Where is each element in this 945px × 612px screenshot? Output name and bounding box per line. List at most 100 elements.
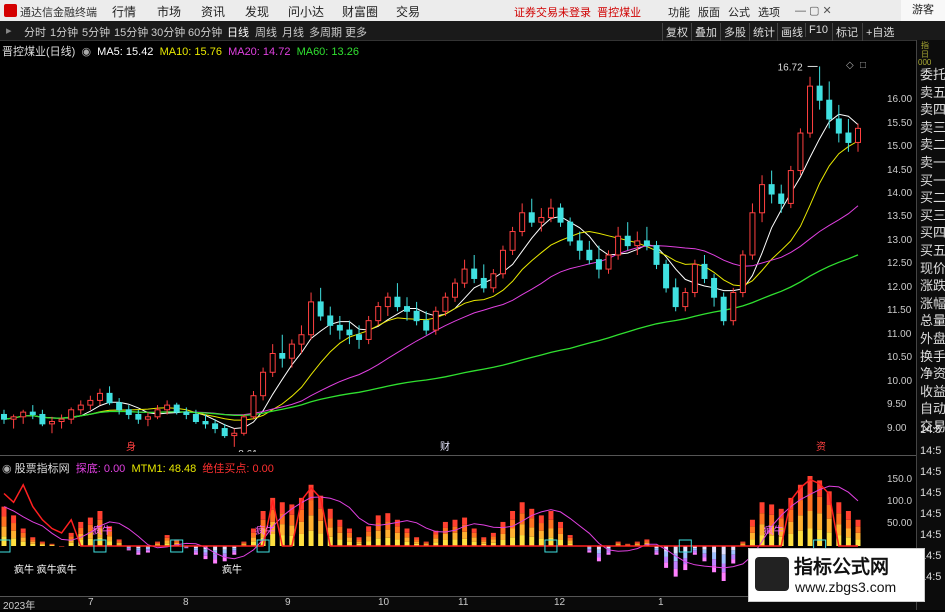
- period-more[interactable]: 更多: [345, 24, 367, 40]
- panel-tab-item[interactable]: 买五: [920, 240, 945, 259]
- mtm-bar-positive: [298, 521, 304, 534]
- panel-tab-item[interactable]: 净资: [920, 363, 945, 382]
- biaoji-button[interactable]: 标记: [832, 23, 861, 41]
- panel-tab-item[interactable]: 买三: [920, 205, 945, 224]
- fuquan-button[interactable]: 复权: [662, 23, 691, 41]
- date-label: 11: [458, 597, 469, 608]
- menu-xuanxiang[interactable]: 选项: [758, 4, 780, 20]
- ma-line-ma20: [3, 205, 859, 420]
- mtm-bar-negative: [136, 552, 141, 555]
- period-multi[interactable]: 多周期: [309, 24, 342, 40]
- pane-divider: [0, 455, 916, 456]
- mtm-bar-negative: [692, 552, 697, 555]
- panel-tab-item[interactable]: 涨跌: [920, 275, 945, 294]
- mtm-bar-positive: [788, 533, 794, 546]
- mtm-bar-positive: [20, 528, 26, 533]
- panel-time-label: 14:5: [920, 466, 942, 478]
- period-5min[interactable]: 5分钟: [82, 24, 110, 40]
- period-daily[interactable]: 日线: [227, 24, 249, 40]
- candle-body: [125, 409, 132, 415]
- candle-body: [212, 423, 219, 430]
- panel-tab-item[interactable]: 买一: [920, 170, 945, 189]
- settings-icon[interactable]: ◉: [78, 46, 94, 58]
- candle-body: [144, 416, 151, 420]
- diejia-button[interactable]: 叠加: [691, 23, 720, 41]
- period-60min[interactable]: 60分钟: [188, 24, 222, 40]
- window-controls-icon[interactable]: — ▢ ✕: [795, 4, 832, 17]
- panel-tab-item[interactable]: 涨幅: [920, 293, 945, 312]
- menu-gongneng[interactable]: 功能: [668, 4, 690, 20]
- period-15min[interactable]: 15分钟: [114, 24, 148, 40]
- period-monthly[interactable]: 月线: [282, 24, 304, 40]
- ma-line-ma5: [3, 113, 859, 430]
- login-warning[interactable]: 证券交易未登录 晋控煤业: [514, 4, 641, 20]
- menu-faxian[interactable]: 发现: [245, 3, 269, 20]
- menu-shichang[interactable]: 市场: [157, 3, 181, 20]
- panel-tab-item[interactable]: 委托: [920, 64, 945, 83]
- menu-zixun[interactable]: 资讯: [201, 3, 225, 20]
- panel-tab-item[interactable]: 买二: [920, 187, 945, 206]
- duogu-button[interactable]: 多股: [720, 23, 749, 41]
- mtm-bar-negative: [587, 547, 592, 550]
- mtm-bar-positive: [49, 543, 55, 545]
- panel-tab-item[interactable]: 卖一: [920, 152, 945, 171]
- panel-tab-item[interactable]: 卖三: [920, 117, 945, 136]
- mtm-bar-positive: [116, 541, 122, 543]
- candle-body: [10, 416, 17, 420]
- tongji-button[interactable]: 统计: [749, 23, 778, 41]
- mtm-bar-positive: [337, 519, 343, 527]
- panel-tab-item[interactable]: 买四: [920, 222, 945, 241]
- panel-tab-item[interactable]: 总量: [920, 310, 945, 329]
- huaxian-button[interactable]: 画线: [777, 23, 806, 41]
- panel-tab-item[interactable]: 卖四: [920, 99, 945, 118]
- mtm-bar-positive: [462, 517, 468, 525]
- mtm-bar-positive: [817, 496, 823, 514]
- period-fenshi[interactable]: 分时: [24, 24, 46, 40]
- menu-jiaoyi[interactable]: 交易: [396, 3, 420, 20]
- period-weekly[interactable]: 周线: [255, 24, 277, 40]
- candle-body: [96, 392, 103, 401]
- mtm-bar-positive: [20, 541, 26, 546]
- mtm-bar-positive: [510, 528, 516, 538]
- menu-hangqing[interactable]: 行情: [112, 3, 136, 20]
- user-guest-button[interactable]: 游客: [901, 0, 945, 21]
- candle-body: [701, 263, 708, 279]
- mtm-bar-positive: [279, 502, 285, 514]
- f10-button[interactable]: F10: [805, 23, 831, 37]
- add-watchlist-button[interactable]: +自选: [862, 23, 897, 41]
- mtm-bar-negative: [232, 548, 237, 551]
- mtm-bar-positive: [769, 535, 775, 546]
- panel-time-label: 14:5: [920, 445, 942, 457]
- price-tick-label: 10.50: [887, 352, 913, 363]
- candle-body: [547, 207, 554, 218]
- chart-title[interactable]: 晋控煤业(日线): [2, 46, 75, 58]
- period-1min[interactable]: 1分钟: [50, 24, 78, 40]
- candlestick-chart[interactable]: 16.72 8.61 身 财 资 ◇ □: [0, 58, 886, 452]
- panel-tab-item[interactable]: 外盘: [920, 328, 945, 347]
- panel-tab-item[interactable]: 卖五: [920, 82, 945, 101]
- price-tick-label: 11.50: [887, 305, 912, 316]
- period-30min[interactable]: 30分钟: [151, 24, 185, 40]
- mtm-bar-positive: [394, 532, 400, 540]
- toolbar-arrow-icon[interactable]: ▸: [6, 24, 12, 37]
- panel-tab-item[interactable]: 收益: [920, 381, 945, 400]
- mtm-bar-positive: [308, 530, 314, 546]
- panel-tab-item[interactable]: 换手: [920, 346, 945, 365]
- candle-body: [471, 268, 478, 279]
- low-price-label: 8.61: [238, 449, 258, 452]
- panel-tab-item[interactable]: 现价: [920, 258, 945, 277]
- mtm-bar-negative: [596, 557, 601, 562]
- menu-gongshi[interactable]: 公式: [728, 4, 750, 20]
- panel-tab-item[interactable]: 卖二: [920, 134, 945, 153]
- mtm-bar-positive: [356, 541, 362, 544]
- date-label: 1: [658, 597, 664, 608]
- menu-banmian[interactable]: 版面: [698, 4, 720, 20]
- mtm-bar-positive: [471, 537, 477, 542]
- menu-wenxiaoda[interactable]: 问小达: [288, 3, 324, 20]
- menu-caifuquan[interactable]: 财富圈: [342, 3, 378, 20]
- mtm-average-line: [3, 485, 859, 569]
- candle-body: [480, 277, 487, 289]
- mtm-bar-negative: [731, 550, 736, 555]
- panel-tab-item[interactable]: 自动: [920, 398, 945, 417]
- mtm-bar-positive: [308, 515, 314, 531]
